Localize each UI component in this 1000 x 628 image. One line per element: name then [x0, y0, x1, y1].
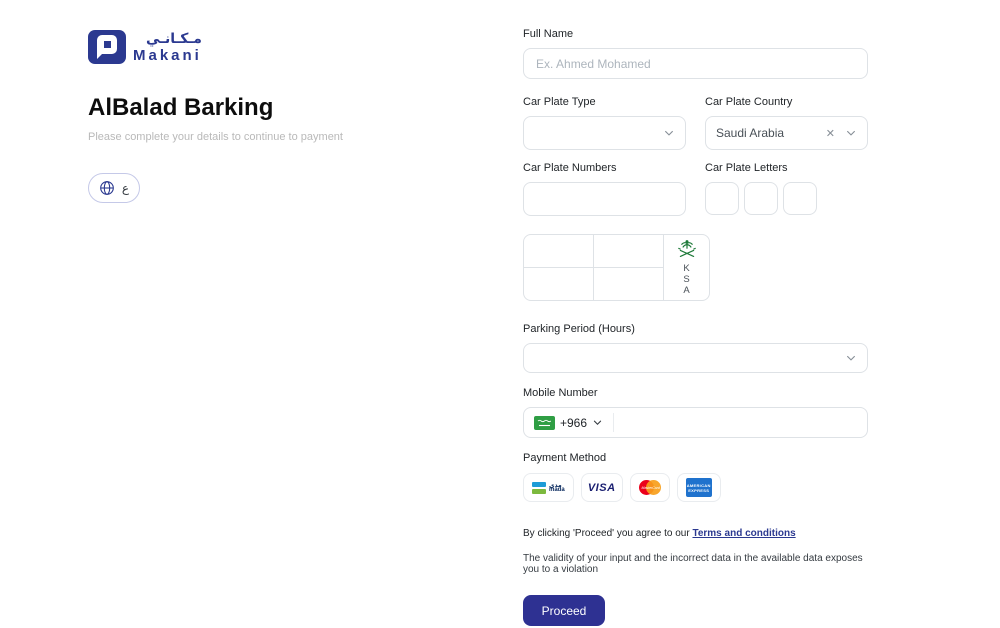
saudi-palm-and-swords-icon	[677, 239, 697, 263]
mastercard-icon: MasterCard	[639, 480, 661, 495]
plate-preview-cell	[594, 235, 664, 268]
proceed-button[interactable]: Proceed	[523, 595, 605, 626]
car-plate-country-label: Car Plate Country	[705, 96, 868, 108]
mobile-number-label: Mobile Number	[523, 387, 868, 399]
validity-warning-text: The validity of your input and the incor…	[523, 553, 868, 575]
american-express-icon: AMERICAN EXPRESS	[686, 478, 712, 497]
mobile-number-field: +966	[523, 407, 868, 438]
plate-preview-cell	[524, 235, 594, 268]
makani-logo-icon	[88, 30, 126, 64]
brand-name-latin: Makani	[133, 48, 202, 63]
page-title: AlBalad Barking	[88, 94, 488, 122]
payment-option-visa[interactable]: VISA	[581, 473, 623, 502]
dial-code-select[interactable]: +966	[524, 416, 613, 430]
intro-panel: مـكـانـي Makani AlBalad Barking Please c…	[88, 30, 488, 203]
car-plate-type-select[interactable]	[523, 116, 686, 150]
payment-option-mada[interactable]: مدى mada	[523, 473, 574, 502]
car-plate-letters-label: Car Plate Letters	[705, 162, 868, 174]
full-name-label: Full Name	[523, 28, 868, 40]
globe-icon	[99, 180, 115, 196]
payment-form: Full Name Car Plate Type Car Plate Count…	[523, 28, 868, 626]
clear-selection-icon[interactable]: ✕	[826, 127, 835, 140]
car-plate-numbers-input[interactable]	[523, 182, 686, 216]
plate-country-letter: S	[683, 274, 689, 285]
car-plate-type-label: Car Plate Type	[523, 96, 686, 108]
car-plate-letter-input-1[interactable]	[705, 182, 739, 215]
payment-option-amex[interactable]: AMERICAN EXPRESS	[677, 473, 721, 502]
car-plate-letter-input-3[interactable]	[783, 182, 817, 215]
chevron-down-icon	[845, 127, 857, 139]
car-plate-letter-input-2[interactable]	[744, 182, 778, 215]
chevron-down-icon	[592, 417, 603, 428]
parking-period-select[interactable]	[523, 343, 868, 373]
language-switch-button[interactable]: ع	[88, 173, 140, 203]
language-label: ع	[122, 181, 129, 195]
car-plate-numbers-label: Car Plate Numbers	[523, 162, 686, 174]
plate-preview-cell	[524, 268, 594, 301]
plate-preview-cell	[594, 268, 664, 301]
terms-text: By clicking 'Proceed' you agree to our T…	[523, 528, 868, 539]
full-name-input[interactable]	[523, 48, 868, 79]
makani-logo: مـكـانـي Makani	[88, 30, 488, 64]
dial-code-value: +966	[560, 416, 587, 430]
payment-method-options: مدى mada VISA MasterCard AMERICAN EXPRE	[523, 473, 868, 502]
page-subtitle: Please complete your details to continue…	[88, 131, 488, 143]
terms-and-conditions-link[interactable]: Terms and conditions	[692, 528, 795, 539]
car-plate-country-value: Saudi Arabia	[716, 126, 826, 140]
chevron-down-icon	[845, 352, 857, 364]
visa-icon: VISA	[588, 482, 616, 494]
car-plate-country-select[interactable]: Saudi Arabia ✕	[705, 116, 868, 150]
plate-country-letter: A	[683, 285, 689, 296]
payment-option-mastercard[interactable]: MasterCard	[630, 473, 670, 502]
payment-method-label: Payment Method	[523, 452, 868, 464]
plate-country-letter: K	[683, 263, 689, 274]
chevron-down-icon	[663, 127, 675, 139]
parking-period-label: Parking Period (Hours)	[523, 323, 868, 335]
car-plate-preview: K S A	[523, 234, 710, 301]
saudi-flag-icon	[534, 416, 555, 430]
brand-name-arabic: مـكـانـي	[133, 32, 202, 46]
mada-icon: مدى mada	[532, 482, 565, 494]
mobile-number-input[interactable]	[614, 408, 867, 437]
